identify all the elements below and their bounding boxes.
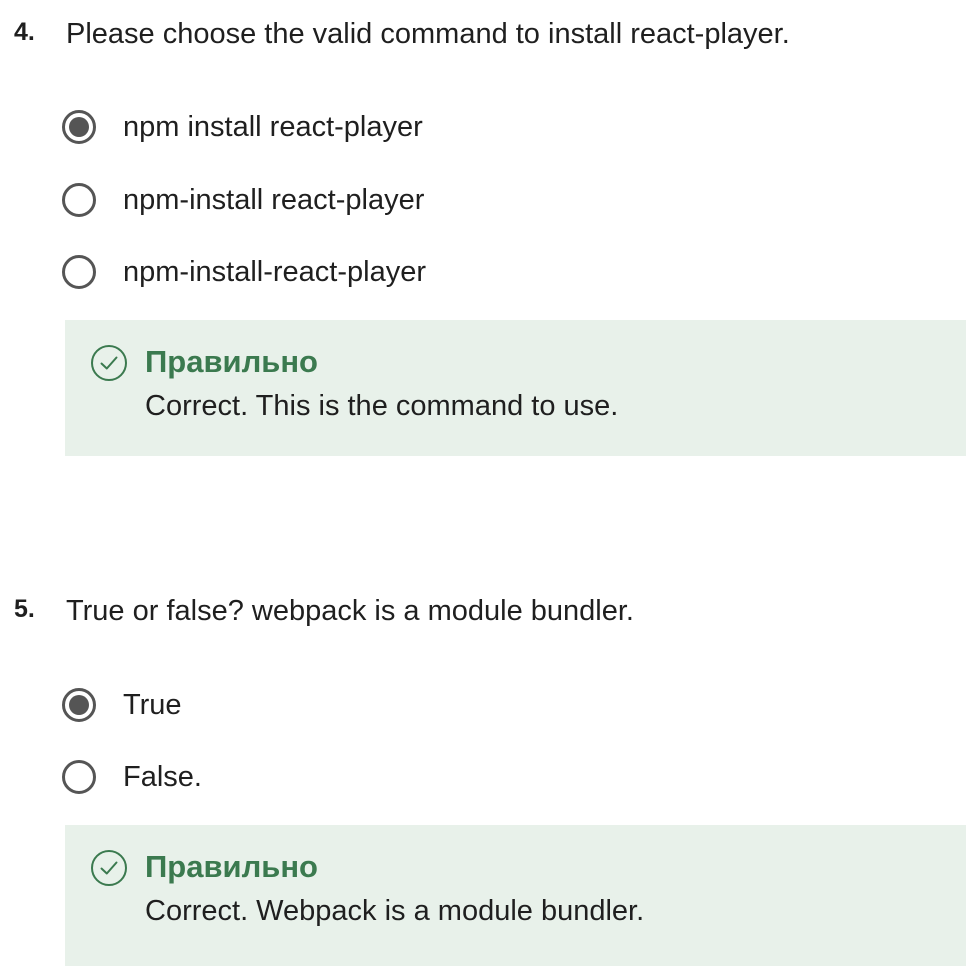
question-number: 4. [14,18,35,46]
option-label: npm-install react-player [123,183,425,216]
option-label: True [123,688,182,721]
option-label: False. [123,760,202,793]
radio-button-selected[interactable] [62,110,96,144]
question-number: 5. [14,595,35,623]
radio-button[interactable] [62,255,96,289]
feedback-box: Правильно Correct. This is the command t… [65,320,966,456]
feedback-title: Правильно [145,344,318,379]
check-circle-icon [91,345,127,381]
feedback-box: Правильно Correct. Webpack is a module b… [65,825,966,966]
option-npm-install-react-player[interactable]: npm install react-player [62,106,423,148]
option-npm-install-react-player-hyphenated[interactable]: npm-install-react-player [62,251,426,293]
option-true[interactable]: True [62,684,182,726]
option-npm-install-dash-react-player[interactable]: npm-install react-player [62,179,424,221]
check-circle-icon [91,850,127,886]
option-false[interactable]: False. [62,756,202,798]
feedback-text: Correct. Webpack is a module bundler. [145,895,645,927]
question-text: True or false? webpack is a module bundl… [66,595,634,627]
feedback-text: Correct. This is the command to use. [145,390,619,422]
radio-button[interactable] [62,760,96,794]
option-label: npm install react-player [123,110,423,143]
radio-button[interactable] [62,183,96,217]
radio-button-selected[interactable] [62,688,96,722]
question-text: Please choose the valid command to insta… [66,18,790,50]
option-label: npm-install-react-player [123,255,426,288]
feedback-title: Правильно [145,849,318,884]
